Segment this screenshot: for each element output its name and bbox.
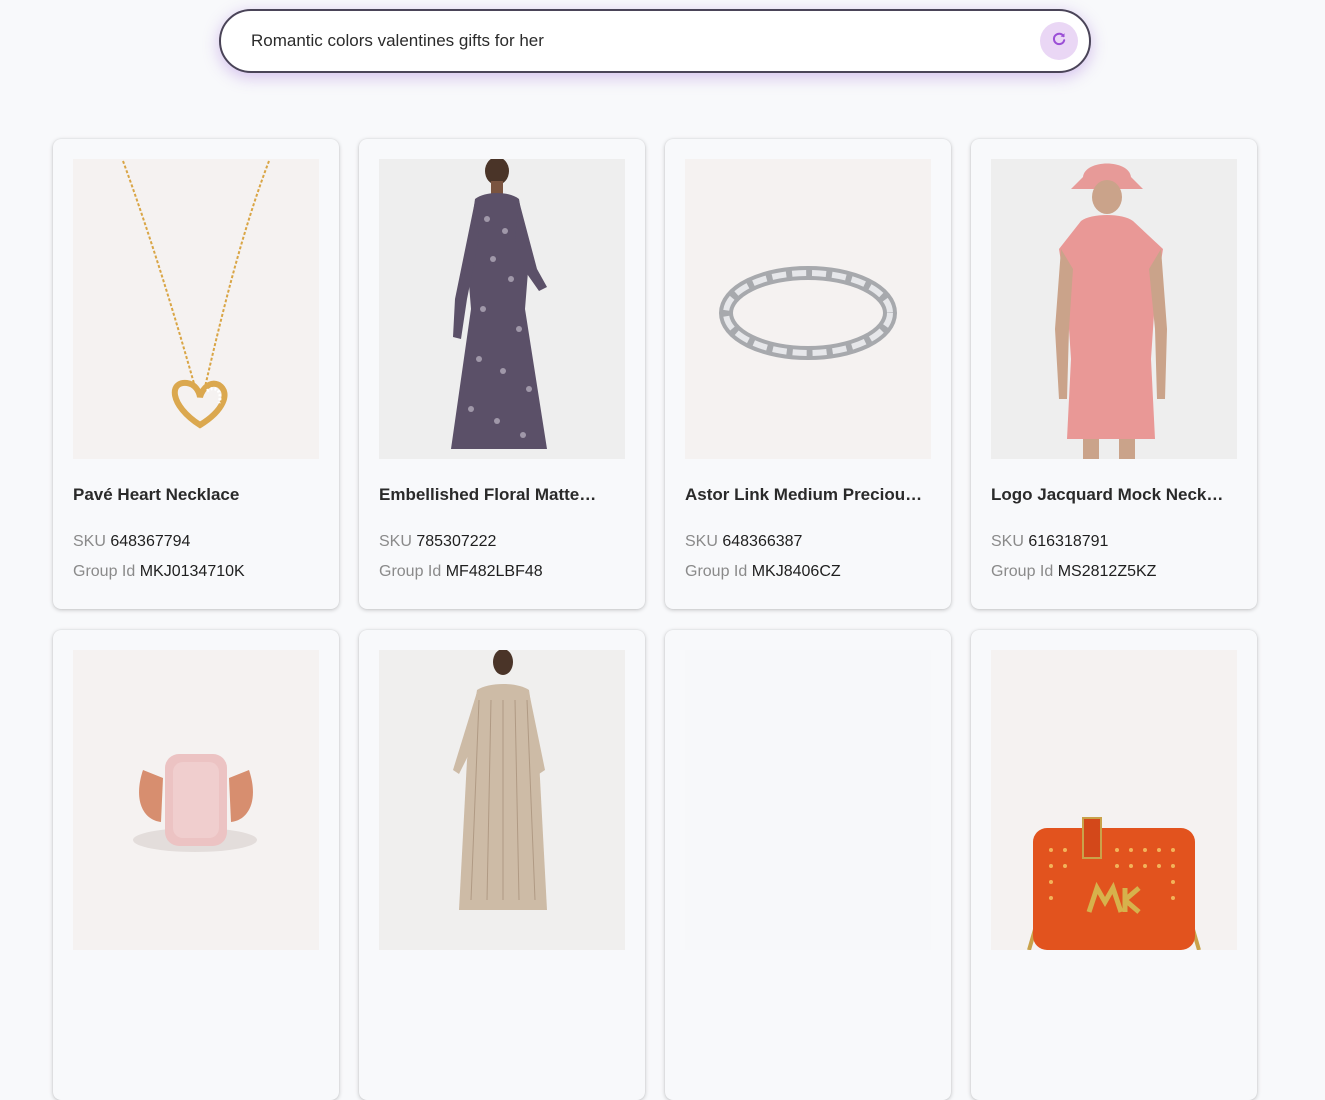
sku-label: SKU bbox=[991, 533, 1024, 550]
group-id-value: MKJ8406CZ bbox=[751, 563, 841, 580]
product-sku: SKU 616318791 bbox=[991, 533, 1108, 551]
sku-label: SKU bbox=[685, 533, 718, 550]
sku-value: 648367794 bbox=[110, 533, 191, 550]
product-card[interactable]: Astor Link Medium Precious… SKU 64836638… bbox=[665, 139, 951, 609]
sku-value: 785307222 bbox=[416, 533, 497, 550]
sku-value: 616318791 bbox=[1028, 533, 1109, 550]
product-image-necklace[interactable] bbox=[73, 159, 319, 459]
search-input[interactable]: Romantic colors valentines gifts for her bbox=[251, 31, 1040, 51]
product-group-id: Group Id MKJ0134710K bbox=[73, 563, 245, 581]
product-title[interactable]: Logo Jacquard Mock Neck… bbox=[991, 485, 1237, 505]
group-id-label: Group Id bbox=[73, 563, 136, 580]
product-card[interactable]: Pavé Heart Necklace SKU 648367794 Group … bbox=[53, 139, 339, 609]
search-bar[interactable]: Romantic colors valentines gifts for her bbox=[219, 9, 1091, 73]
product-image-striped-dress[interactable] bbox=[379, 650, 625, 950]
product-group-id: Group Id MS2812Z5KZ bbox=[991, 563, 1156, 581]
product-title[interactable]: Pavé Heart Necklace bbox=[73, 485, 319, 505]
group-id-label: Group Id bbox=[991, 563, 1054, 580]
product-image-bag[interactable] bbox=[991, 650, 1237, 950]
product-card[interactable]: Logo Jacquard Mock Neck… SKU 616318791 G… bbox=[971, 139, 1257, 609]
product-card[interactable]: Embellished Floral Matte… SKU 785307222 … bbox=[359, 139, 645, 609]
group-id-value: MS2812Z5KZ bbox=[1057, 563, 1157, 580]
product-group-id: Group Id MKJ8406CZ bbox=[685, 563, 841, 581]
product-image-pink-dress[interactable] bbox=[991, 159, 1237, 459]
product-image-bracelet[interactable] bbox=[685, 159, 931, 459]
sku-label: SKU bbox=[73, 533, 106, 550]
product-card[interactable] bbox=[359, 630, 645, 1100]
product-sku: SKU 648366387 bbox=[685, 533, 802, 551]
sku-label: SKU bbox=[379, 533, 412, 550]
group-id-value: MKJ0134710K bbox=[139, 563, 245, 580]
product-sku: SKU 648367794 bbox=[73, 533, 190, 551]
refresh-button[interactable] bbox=[1040, 22, 1078, 60]
product-card[interactable] bbox=[665, 630, 951, 1100]
product-sku: SKU 785307222 bbox=[379, 533, 496, 551]
product-title[interactable]: Astor Link Medium Precious… bbox=[685, 485, 931, 505]
sku-value: 648366387 bbox=[722, 533, 803, 550]
product-image-placeholder bbox=[685, 650, 931, 950]
product-card[interactable] bbox=[53, 630, 339, 1100]
product-card[interactable] bbox=[971, 630, 1257, 1100]
refresh-icon bbox=[1051, 31, 1067, 52]
group-id-label: Group Id bbox=[379, 563, 442, 580]
product-title[interactable]: Embellished Floral Matte… bbox=[379, 485, 625, 505]
group-id-value: MF482LBF48 bbox=[445, 563, 543, 580]
product-group-id: Group Id MF482LBF48 bbox=[379, 563, 543, 581]
product-image-floral-dress[interactable] bbox=[379, 159, 625, 459]
product-image-ring[interactable] bbox=[73, 650, 319, 950]
group-id-label: Group Id bbox=[685, 563, 748, 580]
